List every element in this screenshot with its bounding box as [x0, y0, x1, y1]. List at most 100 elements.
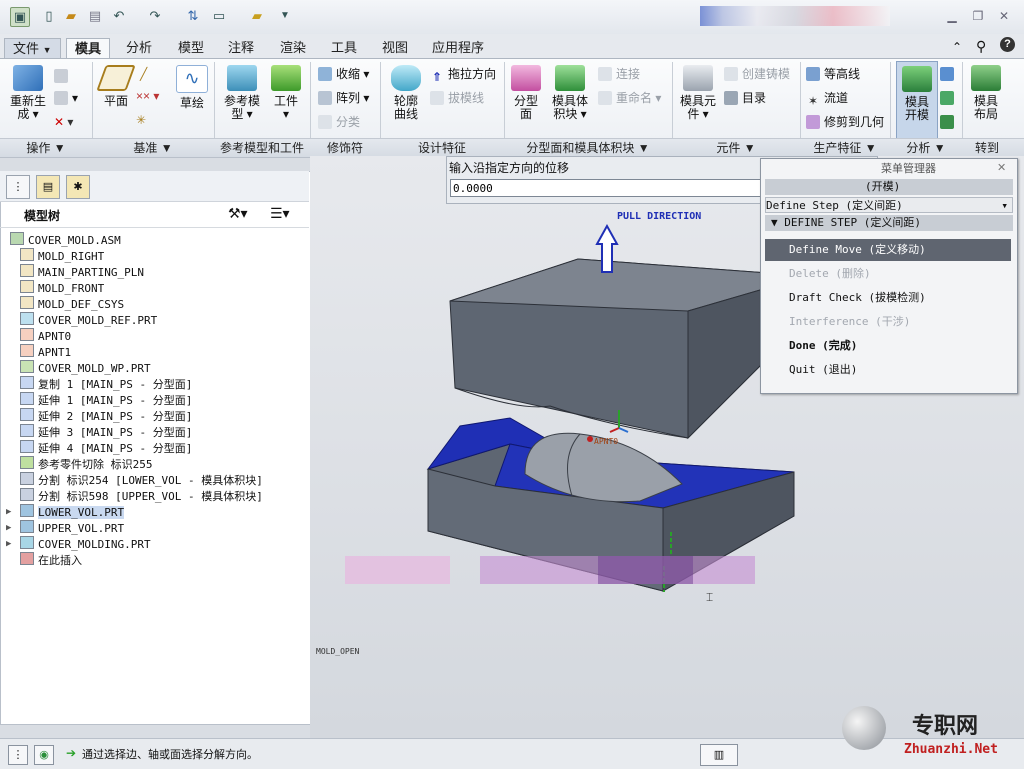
tree-settings-icon[interactable]: ⚒▾	[228, 205, 248, 222]
drag-direction-button[interactable]: ⇑ 拖拉方向	[430, 65, 496, 84]
tab-applications[interactable]: 应用程序	[424, 38, 492, 58]
reference-model-button[interactable]: 参考模 型 ▾	[220, 65, 264, 121]
menu-item[interactable]: Done (完成)	[765, 335, 1011, 357]
close-window-icon[interactable]: ▰	[248, 7, 266, 25]
draft-line-button[interactable]: 拔模线	[430, 89, 484, 107]
mold-component-button[interactable]: 模具元 件 ▾	[676, 65, 720, 121]
browser-toggle-icon[interactable]: ◉	[34, 745, 54, 765]
help-icon[interactable]: ?	[1000, 37, 1015, 52]
mold-open-row[interactable]: (开模)	[765, 179, 1013, 195]
menu-item[interactable]: Define Move (定义移动)	[765, 239, 1011, 261]
tree-item[interactable]: 在此插入	[20, 552, 82, 568]
pattern-button[interactable]: 阵列 ▾	[318, 89, 369, 107]
tree-item[interactable]: 延伸 4 [MAIN_PS - 分型面]	[20, 440, 192, 456]
delete-icon[interactable]: ✕ ▾	[54, 113, 73, 131]
group-parting-surface[interactable]: 分型面和模具体积块 ▼	[504, 139, 672, 157]
tree-item[interactable]: ▶ COVER_MOLDING.PRT	[6, 536, 151, 552]
tree-item[interactable]: COVER_MOLD.ASM	[10, 232, 121, 248]
copy-icon[interactable]	[54, 67, 72, 85]
tree-item[interactable]: MOLD_DEF_CSYS	[20, 296, 124, 312]
expand-icon[interactable]: ▶	[6, 536, 11, 552]
regenerate-icon[interactable]: ⇅	[184, 7, 202, 25]
tree-item[interactable]: MAIN_PARTING_PLN	[20, 264, 144, 280]
new-icon[interactable]: ▯	[40, 7, 58, 25]
windows-icon[interactable]: ▭	[210, 7, 228, 25]
favorites-tab-icon[interactable]: ✱	[66, 175, 90, 199]
mold-layout-button[interactable]: 模具 布局	[966, 65, 1006, 121]
sketch-button[interactable]: ∿ 草绘	[174, 65, 210, 110]
tab-mold[interactable]: 模具	[66, 38, 111, 59]
model-tree-tab-icon[interactable]: ⋮	[6, 175, 30, 199]
catalog-button[interactable]: 目录	[724, 89, 766, 107]
analysis-icon-1[interactable]	[940, 65, 958, 83]
folder-browser-tab-icon[interactable]: ▤	[36, 175, 60, 199]
silhouette-curve-button[interactable]: 轮廓 曲线	[386, 65, 426, 121]
analysis-icon-2[interactable]	[940, 89, 958, 107]
tree-item[interactable]: COVER_MOLD_WP.PRT	[20, 360, 151, 376]
tab-file[interactable]: 文件 ▼	[4, 38, 61, 60]
tree-item[interactable]: 复制 1 [MAIN_PS - 分型面]	[20, 376, 192, 392]
minimize-icon[interactable]: ▁	[944, 8, 960, 24]
restore-icon[interactable]: ❐	[970, 8, 986, 24]
point-icon[interactable]: ×× ▾	[136, 87, 159, 105]
define-step-header[interactable]: ▼ DEFINE STEP (定义间距)	[765, 215, 1013, 231]
parting-surface-button[interactable]: 分型 面	[508, 65, 544, 121]
menu-item[interactable]: Interference (干涉)	[765, 311, 1011, 333]
tree-item[interactable]: ▶ UPPER_VOL.PRT	[6, 520, 124, 536]
navigator-toggle-icon[interactable]: ⋮	[8, 745, 28, 765]
workpiece-button[interactable]: 工件 ▾	[268, 65, 304, 121]
trim-to-geometry-button[interactable]: 修剪到几何	[806, 113, 884, 131]
tab-view[interactable]: 视图	[374, 38, 416, 58]
open-icon[interactable]: ▰	[62, 7, 80, 25]
create-casting-button[interactable]: 创建铸模	[724, 65, 790, 83]
mold-opening-button[interactable]: 模具 开模	[896, 61, 938, 139]
csys-icon[interactable]: ✳	[136, 111, 146, 129]
classify-button[interactable]: 分类	[318, 113, 360, 131]
analysis-icon-3[interactable]	[940, 113, 958, 131]
menu-item[interactable]: Draft Check (拔模检测)	[765, 287, 1011, 309]
expand-icon[interactable]: ▶	[6, 520, 11, 536]
regenerate-button[interactable]: 重新生 成 ▾	[6, 65, 50, 121]
save-icon[interactable]: ▤	[86, 7, 104, 25]
shrink-button[interactable]: 收缩 ▾	[318, 65, 369, 83]
tree-item[interactable]: 延伸 2 [MAIN_PS - 分型面]	[20, 408, 192, 424]
tab-annotate[interactable]: 注释	[220, 38, 262, 58]
tree-item[interactable]: 参考零件切除 标识255	[20, 456, 153, 472]
customize-icon[interactable]: ▼	[276, 7, 294, 25]
runner-button[interactable]: ✶ 流道	[806, 89, 848, 108]
redo-icon[interactable]: ↷	[146, 7, 164, 25]
contour-button[interactable]: 等高线	[806, 65, 860, 83]
group-components[interactable]: 元件 ▼	[672, 139, 800, 157]
close-icon[interactable]: ✕	[996, 8, 1012, 24]
tab-model[interactable]: 模型	[170, 38, 212, 58]
axis-icon[interactable]: ╱	[140, 65, 147, 83]
tree-item[interactable]: 分割 标识254 [LOWER_VOL - 模具体积块]	[20, 472, 263, 488]
collapse-ribbon-icon[interactable]: ⌃	[952, 40, 962, 54]
group-analysis[interactable]: 分析 ▼	[890, 139, 962, 157]
tree-item[interactable]: ▶ LOWER_VOL.PRT	[6, 504, 125, 520]
rename-button[interactable]: 重命名 ▾	[598, 89, 661, 107]
tree-item[interactable]: 延伸 1 [MAIN_PS - 分型面]	[20, 392, 192, 408]
mold-volume-button[interactable]: 模具体 积块 ▾	[548, 65, 592, 121]
undo-icon[interactable]: ↶	[110, 7, 128, 25]
tree-item[interactable]: COVER_MOLD_REF.PRT	[20, 312, 157, 328]
menu-item[interactable]: Quit (退出)	[765, 359, 1011, 381]
search-icon[interactable]: ⚲	[976, 38, 986, 55]
connect-button[interactable]: 连接	[598, 65, 640, 83]
plane-button[interactable]: 平面	[96, 65, 136, 108]
menu-manager-close-icon[interactable]: ✕	[997, 161, 1006, 174]
tree-item[interactable]: 延伸 3 [MAIN_PS - 分型面]	[20, 424, 192, 440]
smart-filter-icon[interactable]: ▥	[700, 744, 738, 766]
group-operations[interactable]: 操作 ▼	[0, 139, 92, 157]
tab-tools[interactable]: 工具	[323, 38, 365, 58]
menu-item[interactable]: Delete (删除)	[765, 263, 1011, 285]
paste-icon[interactable]: ▾	[54, 89, 78, 107]
tree-item[interactable]: APNT0	[20, 328, 71, 344]
tree-item[interactable]: MOLD_RIGHT	[20, 248, 104, 264]
tree-filter-icon[interactable]: ☰▾	[270, 205, 290, 222]
tree-item[interactable]: MOLD_FRONT	[20, 280, 104, 296]
tree-item[interactable]: APNT1	[20, 344, 71, 360]
tab-analysis[interactable]: 分析	[118, 38, 160, 58]
group-production-features[interactable]: 生产特征 ▼	[800, 139, 890, 157]
expand-icon[interactable]: ▶	[6, 504, 11, 520]
